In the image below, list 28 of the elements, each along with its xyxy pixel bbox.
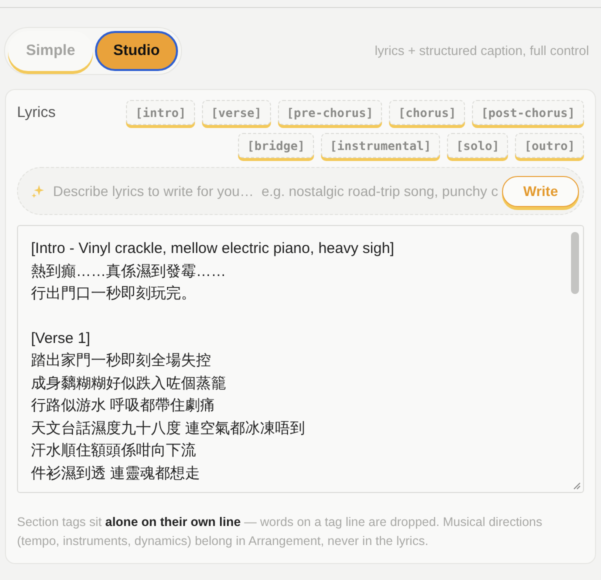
section-tag-button[interactable]: [intro] bbox=[126, 100, 195, 125]
lyrics-line: 行出門口一秒即刻玩完。 bbox=[31, 284, 196, 304]
lyrics-line: 行路似游水 呼吸都帶住劇痛 bbox=[31, 396, 216, 416]
lyrics-line: 汗水順住額頭係咁向下流 bbox=[31, 441, 196, 461]
section-tag-button[interactable]: [verse] bbox=[202, 100, 271, 125]
sparkle-icon bbox=[31, 184, 45, 198]
lyrics-line: 熱到癲……真係濕到發霉…… bbox=[31, 262, 226, 282]
section-tag-button[interactable]: [pre-chorus] bbox=[278, 100, 382, 125]
scrollbar[interactable] bbox=[571, 232, 579, 294]
lyrics-line: 件衫濕到透 連靈魂都想走 bbox=[31, 464, 200, 484]
mode-tab[interactable]: Studio bbox=[95, 31, 178, 71]
section-tag-button[interactable]: [solo] bbox=[447, 133, 508, 158]
lyrics-line: 成身黐糊糊好似跌入咗個蒸籠 bbox=[31, 374, 226, 394]
section-tag-button[interactable]: [instrumental] bbox=[320, 133, 440, 158]
lyrics-label: Lyrics bbox=[17, 103, 56, 123]
lyrics-note: Section tags sit alone on their own line — words on a tag line are dropped. Musical directions (tempo, instruments, dynamics) belong in Arrangement, never in the lyrics. bbox=[17, 514, 544, 550]
section-tag-button[interactable]: [post-chorus] bbox=[472, 100, 584, 125]
section-tag-button[interactable]: [bridge] bbox=[238, 133, 314, 158]
lyrics-line: 天文台話濕度九十八度 連空氣都冰凍唔到 bbox=[31, 418, 306, 438]
mode-hint: lyrics + structured caption, full control bbox=[374, 42, 589, 60]
resize-handle-icon[interactable] bbox=[573, 482, 581, 490]
lyrics-editor[interactable]: [Intro - Vinyl crackle, mellow electric piano, heavy sigh] 熱到癲……真係濕到發霉…… 行出門口一秒即刻玩完。 [Verse 1] 踏出家門一秒即刻全場失控 成身黐糊糊好似跌入咗個蒸籠 行路似游水 呼吸都帶住劇痛 天文台話濕度九十八度 連空氣都冰凍唔到 汗水順住額頭係咁向下流 件衫濕到透 連靈魂都想走 bbox=[17, 225, 584, 493]
section-tag-button[interactable]: [chorus] bbox=[389, 100, 466, 125]
lyrics-line: 踏出家門一秒即刻全場失控 bbox=[31, 351, 211, 371]
lyrics-line: [Intro - Vinyl crackle, mellow electric piano, heavy sigh] bbox=[31, 239, 394, 259]
section-tag-button[interactable]: [outro] bbox=[515, 133, 584, 158]
lyrics-line: [Verse 1] bbox=[31, 328, 90, 348]
lyrics-prompt-field[interactable]: Describe lyrics to write for you… e.g. nostalgic road-trip song, punchy c Write bbox=[17, 167, 584, 215]
